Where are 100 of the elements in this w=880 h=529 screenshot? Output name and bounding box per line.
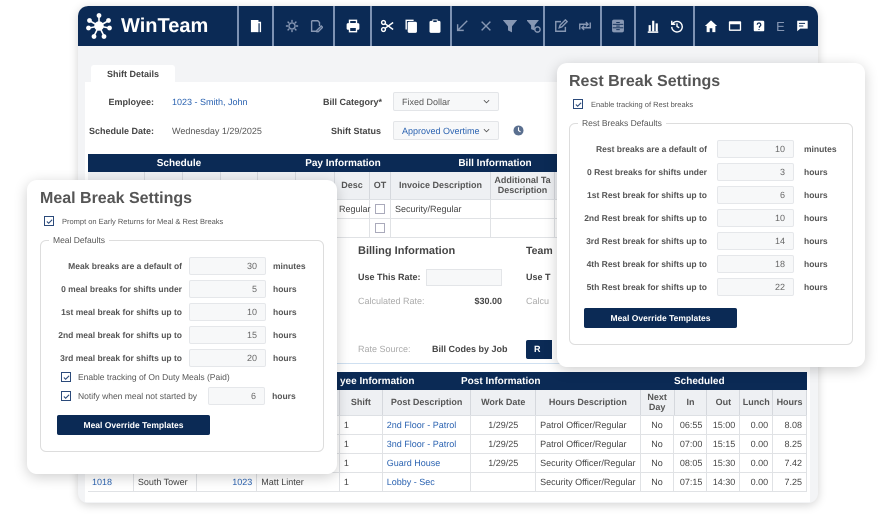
unit-label: hours [272, 391, 296, 401]
checkbox-label: Notify when meal not started by [78, 391, 198, 401]
checkbox[interactable] [61, 372, 71, 382]
unit-label: hours [273, 307, 298, 317]
table-cell: 0.00 [750, 458, 768, 468]
window-icon[interactable] [728, 19, 742, 33]
unit-label: hours [804, 282, 829, 292]
checkbox[interactable] [61, 391, 71, 401]
meal-override-templates-button[interactable]: Meal Override Templates [57, 415, 210, 435]
caret-icon [483, 99, 490, 104]
schedule-date-value: Wednesday 1/29/2025 [172, 126, 263, 136]
caret-icon [483, 128, 490, 133]
table-cell: 0.00 [750, 439, 768, 449]
number-field[interactable]: 20 [189, 349, 266, 367]
table-link[interactable]: Guard House [386, 458, 440, 468]
clock-icon[interactable] [513, 125, 524, 136]
number-field[interactable]: 30 [189, 257, 266, 275]
unit-label: hours [273, 330, 298, 340]
table-cell: Security Officer/Regular [540, 477, 636, 487]
number-field[interactable]: 3 [717, 163, 794, 181]
help-icon[interactable] [752, 19, 766, 33]
table-link[interactable]: 1023 [232, 477, 252, 487]
number-field[interactable]: 14 [717, 232, 794, 250]
unit-label: hours [273, 353, 298, 363]
scissors-icon[interactable] [380, 19, 394, 33]
number-field[interactable]: 6 [717, 186, 794, 204]
table-group-header: Schedule [156, 158, 202, 168]
printer-icon[interactable] [346, 19, 360, 33]
number-field[interactable]: 6 [208, 387, 266, 405]
number-field[interactable]: 10 [189, 303, 266, 321]
employee-label: Employee: [107, 96, 154, 106]
number-field[interactable]: 15 [189, 326, 266, 344]
number-field[interactable]: 10 [717, 140, 794, 158]
table-cell: 15:00 [712, 420, 736, 430]
calculated-rate-label: Calculated Rate: [358, 296, 426, 306]
column-header: Post Description [382, 390, 472, 415]
setting-label: Meak breaks are a default of [67, 261, 182, 271]
table-cell: South Tower [138, 477, 188, 487]
shift-details-tab[interactable]: Shift Details [91, 65, 176, 82]
setting-label: 0 meal breaks for shifts under [60, 284, 182, 294]
unit-label: hours [273, 284, 298, 294]
bill-category-dropdown[interactable]: Fixed Dollar [393, 92, 499, 111]
schedule-date-label: Schedule Date: [88, 126, 154, 136]
setting-label: 4th Rest break for shifts up to [586, 259, 707, 269]
billing-title: Billing Information [358, 245, 456, 259]
employee-link[interactable]: 1023 - Smith, John [172, 96, 311, 106]
clipboard-icon[interactable] [428, 19, 442, 33]
rate-button[interactable]: R [526, 340, 552, 358]
bill-category-label: Bill Category* [323, 96, 381, 106]
table-cell: Security Officer/Regular [540, 458, 636, 468]
copy-icon[interactable] [404, 19, 418, 33]
table-cell: 14:30 [712, 477, 736, 487]
number-field[interactable]: 5 [189, 280, 266, 298]
team-title: Team [526, 245, 554, 259]
checkbox[interactable] [44, 216, 54, 226]
table-cell: 06:55 [680, 420, 702, 430]
setting-label: 0 Rest breaks for shifts under [586, 167, 707, 177]
setting-label: Rest breaks are a default of [594, 144, 707, 154]
rate-source-label: Rate Source: [358, 344, 412, 354]
calculated-rate-value: $30.00 [473, 296, 502, 306]
unit-label: minutes [273, 261, 307, 271]
rate-field[interactable] [426, 268, 502, 286]
unit-label: hours [804, 213, 829, 223]
number-field[interactable]: 22 [717, 278, 794, 296]
setting-label: 5th Rest break for shifts up to [586, 282, 707, 292]
checkbox[interactable] [573, 99, 583, 109]
table-cell: No [651, 439, 663, 449]
chat-icon[interactable] [794, 19, 809, 33]
table-link[interactable]: 1018 [92, 477, 112, 487]
column-header: Shift [340, 390, 383, 415]
shift-status-dropdown[interactable]: Approved Overtime [393, 121, 499, 140]
unit-label: hours [804, 236, 829, 246]
table-cell: 15:30 [712, 458, 736, 468]
meal-override-templates-button[interactable]: Meal Override Templates [584, 308, 737, 328]
number-field[interactable]: 18 [717, 255, 794, 273]
table-group-header: Scheduled [674, 376, 725, 386]
card-title: Meal Break Settings [40, 190, 194, 208]
unit-label: hours [804, 167, 829, 177]
logo-icon [86, 13, 112, 39]
table-link[interactable]: Lobby - Sec [386, 477, 435, 487]
app-name: WinTeam [121, 14, 208, 38]
ot-checkbox[interactable] [375, 223, 385, 233]
bar-chart-icon[interactable] [646, 19, 660, 33]
table-link[interactable]: 3nd Floor - Patrol [386, 439, 456, 449]
use-rate-label: Use This Rate: [358, 272, 422, 282]
column-header: Out [707, 390, 740, 415]
column-header: In [674, 390, 708, 415]
table-cell: No [651, 420, 663, 430]
ot-checkbox[interactable] [375, 204, 385, 214]
unit-label: hours [804, 259, 829, 269]
home-icon[interactable] [704, 19, 718, 33]
checkbox-label: Enable tracking of On Duty Meals (Paid) [78, 372, 230, 382]
unit-label: hours [804, 190, 829, 200]
column-header: Work Date [471, 390, 536, 415]
column-header: Invoice Description [391, 172, 491, 199]
door-icon[interactable] [248, 19, 262, 33]
table-cell: Matt Linter [261, 477, 304, 487]
table-link[interactable]: 2nd Floor - Patrol [386, 420, 456, 430]
number-field[interactable]: 10 [717, 209, 794, 227]
history-icon[interactable] [670, 19, 684, 33]
